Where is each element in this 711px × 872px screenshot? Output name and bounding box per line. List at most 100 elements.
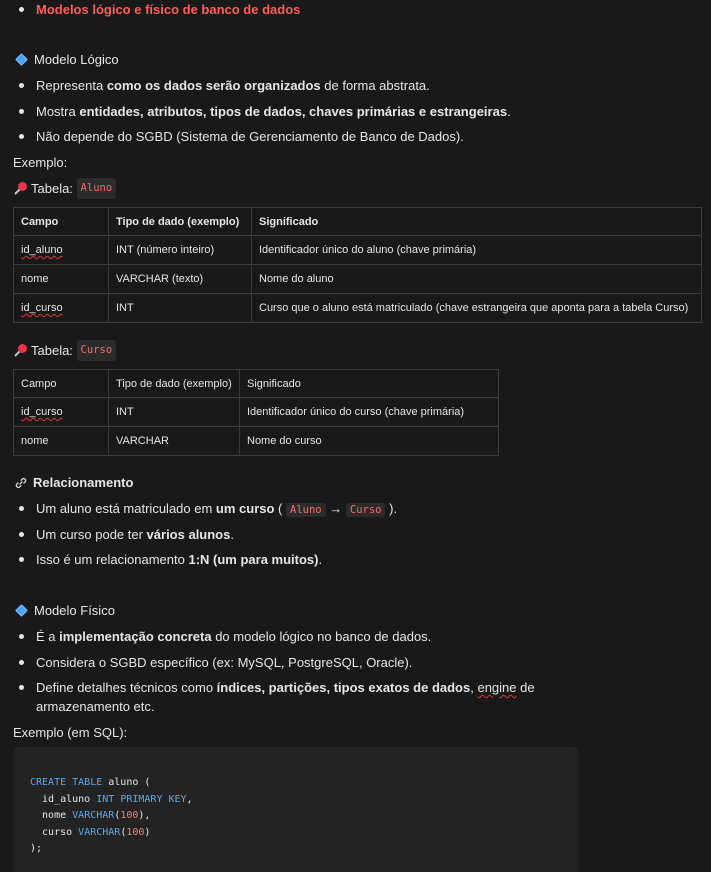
cell: nome (13, 264, 109, 294)
bold-text: 1:N (um para muitos) (188, 552, 319, 567)
cell: nome (13, 426, 109, 456)
table-row: id_aluno INT (número inteiro) Identifica… (13, 235, 702, 265)
cell: INT (108, 397, 240, 427)
table-name-code: Curso (76, 340, 117, 361)
table-aluno-label: Tabela: Aluno (13, 178, 117, 199)
table-row: nome VARCHAR (texto) Nome do aluno (13, 264, 702, 294)
code-token: 100 (120, 810, 139, 821)
pushpin-icon (13, 343, 27, 358)
bullet-dot (19, 532, 24, 537)
bold-text: entidades, atributos, tipos de dados, ch… (79, 104, 508, 119)
text: . (230, 527, 234, 542)
table-aluno: Campo Tipo de dado (exemplo) Significado… (13, 207, 702, 323)
cell: id_curso (13, 293, 109, 323)
table-name-code: Aluno (76, 178, 117, 199)
text: do modelo lógico no banco de dados. (211, 629, 432, 644)
bold-text: índices, partições, tipos exatos de dado… (216, 680, 471, 695)
code-token: curso (30, 826, 79, 838)
inline-code: Aluno (286, 503, 326, 517)
list-item: Um aluno está matriculado em um curso ( … (13, 499, 711, 520)
pushpin-icon (13, 181, 27, 196)
bullet-dot (19, 134, 24, 139)
text: Define detalhes técnicos como (36, 680, 217, 695)
cell: id_aluno (13, 235, 109, 265)
code-token: VARCHAR (78, 826, 121, 838)
bold-text: implementação concreta (59, 629, 212, 644)
header-cell: Significado (251, 207, 702, 236)
table-label-text: Tabela: (31, 343, 73, 358)
text: Um curso pode ter (36, 527, 147, 542)
cell: Nome do curso (239, 426, 499, 456)
code-token: aluno ( (102, 777, 151, 788)
physical-heading-text: Modelo Físico (34, 603, 115, 618)
text: ( (274, 501, 283, 516)
cell: Curso que o aluno está matriculado (chav… (251, 293, 702, 323)
list-item: Mostra entidades, atributos, tipos de da… (13, 102, 711, 121)
text: Representa (36, 78, 107, 93)
header-cell: Tipo de dado (exemplo) (108, 207, 252, 236)
bullet-dot (19, 83, 24, 88)
sql-code-block[interactable]: CREATE TABLE aluno ( id_aluno INT PRIMAR… (13, 747, 579, 872)
list-item: Não depende do SGBD (Sistema de Gerencia… (13, 127, 711, 146)
list-item: Isso é um relacionamento 1:N (um para mu… (13, 550, 711, 569)
code-token: CREATE TABLE (30, 777, 103, 788)
list-item: É a implementação concreta do modelo lóg… (13, 627, 711, 646)
text: . (318, 552, 323, 567)
text: Considera o SGBD específico (ex: MySQL, … (36, 655, 413, 670)
cell: Identificador único do aluno (chave prim… (251, 235, 702, 265)
list-item: Considera o SGBD específico (ex: MySQL, … (13, 653, 711, 672)
arrow-text: → (329, 501, 343, 516)
sql-example-label: Exemplo (em SQL): (13, 725, 128, 740)
bullet-dot (19, 506, 24, 511)
header-cell: Campo (13, 207, 109, 236)
text: armazenamento etc. (36, 699, 155, 714)
table-row: nome VARCHAR Nome do curso (13, 426, 499, 456)
cell-text: id_curso (21, 406, 63, 418)
cell: Nome do aluno (251, 264, 702, 294)
bullet-dot (19, 557, 24, 562)
text: de forma abstrata. (320, 78, 430, 93)
document-page: Modelos lógico e físico de banco de dado… (0, 0, 711, 872)
table-row: id_curso INT Identificador único do curs… (13, 397, 499, 427)
cell: Identificador único do curso (chave prim… (239, 397, 499, 427)
bullet-dot (19, 634, 24, 639)
topic-link[interactable]: Modelos lógico e físico de banco de dado… (36, 2, 300, 17)
list-item-top: Modelos lógico e físico de banco de dado… (13, 0, 711, 19)
code-token: ), (138, 810, 151, 821)
list-item: Define detalhes técnicos como índices, p… (13, 678, 596, 716)
code-token: INT PRIMARY KEY (96, 793, 187, 805)
table-curso-label: Tabela: Curso (13, 340, 117, 361)
code-token: VARCHAR (72, 810, 115, 821)
text: ). (389, 501, 398, 516)
table-curso: Campo Tipo de dado (exemplo) Significado… (13, 369, 499, 456)
example-label: Exemplo: (13, 155, 68, 170)
logical-heading-text: Modelo Lógico (34, 52, 119, 67)
table-row: id_curso INT Curso que o aluno está matr… (13, 293, 702, 323)
cell: id_curso (13, 397, 109, 427)
table-label-text: Tabela: (31, 181, 73, 196)
bold-text: como os dados serão organizados (106, 78, 321, 93)
header-cell: Tipo de dado (exemplo) (108, 369, 240, 398)
cell-text: id_aluno (21, 244, 63, 256)
header-cell: Significado (239, 369, 499, 398)
relationship-heading: Relacionamento (13, 473, 133, 492)
inline-code: Curso (345, 503, 386, 517)
logical-heading: Modelo Lógico (13, 50, 119, 69)
text: É a (36, 629, 60, 644)
code-token: id_aluno (30, 793, 97, 805)
code-token: 100 (126, 826, 145, 838)
code-token: nome (30, 810, 73, 821)
text: . (507, 104, 511, 119)
cell: INT (número inteiro) (108, 235, 252, 265)
text: Mostra (36, 104, 80, 119)
text: Um aluno está matriculado em (36, 501, 216, 516)
link-icon (15, 477, 27, 489)
blue-diamond-icon (15, 53, 28, 66)
text: Não depende do SGBD (Sistema de Gerencia… (36, 129, 464, 144)
text: engine (477, 680, 517, 695)
header-cell: Campo (13, 369, 109, 398)
bold-text: um curso (215, 501, 275, 516)
relationship-heading-text: Relacionamento (33, 475, 134, 490)
bullet-dot (19, 7, 24, 12)
code-token: ); (30, 843, 43, 854)
